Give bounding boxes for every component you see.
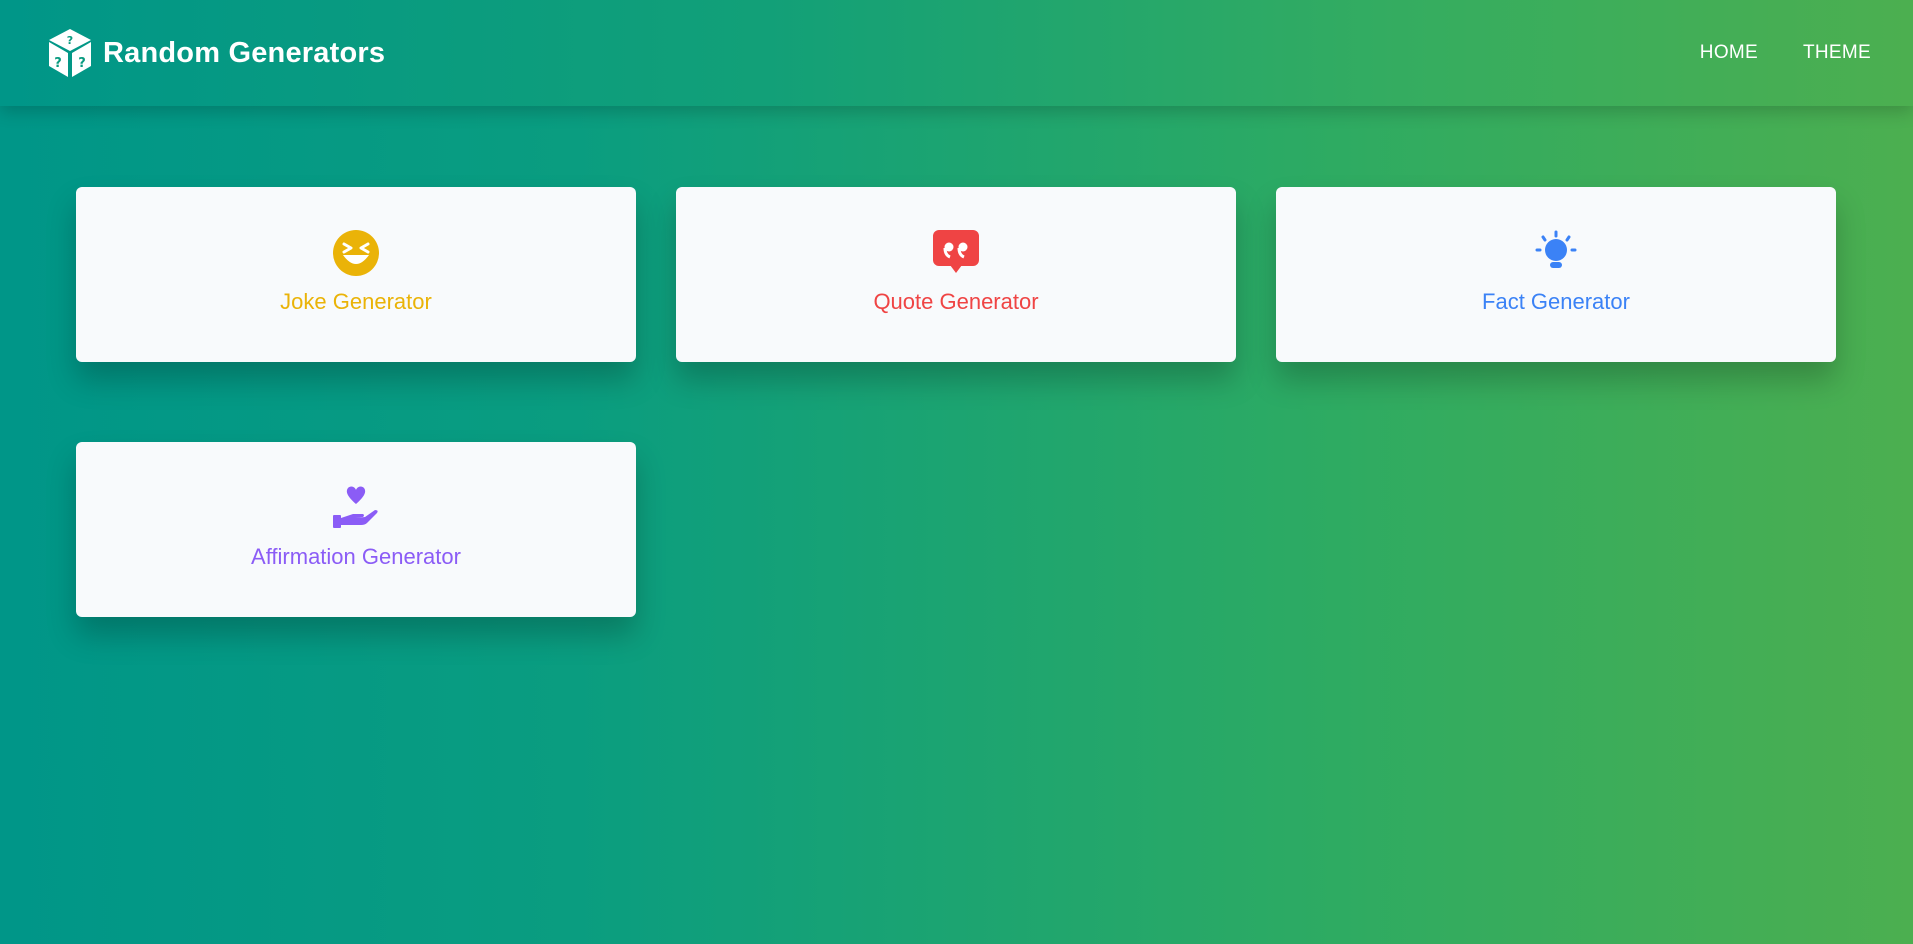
card-label: Fact Generator	[1482, 288, 1630, 314]
fact-generator-card[interactable]: Fact Generator	[1276, 187, 1836, 362]
card-label: Affirmation Generator	[251, 543, 461, 569]
nav-theme-link[interactable]: THEME	[1803, 42, 1871, 64]
top-navbar: ? ? ? Random Generators HOME THEME	[0, 0, 1913, 106]
card-label: Quote Generator	[873, 288, 1039, 314]
joke-generator-card[interactable]: Joke Generator	[76, 187, 636, 362]
card-label: Joke Generator	[280, 288, 432, 314]
laughing-face-icon	[332, 229, 380, 277]
svg-text:?: ?	[67, 34, 73, 47]
lightbulb-icon	[1532, 229, 1580, 277]
quote-bubble-icon	[932, 229, 980, 277]
brand[interactable]: ? ? ? Random Generators	[47, 27, 385, 79]
svg-text:?: ?	[54, 56, 62, 71]
affirmation-generator-card[interactable]: Affirmation Generator	[76, 442, 636, 617]
quote-generator-card[interactable]: Quote Generator	[676, 187, 1236, 362]
svg-text:?: ?	[78, 56, 86, 71]
app-title: Random Generators	[103, 36, 386, 69]
hand-heart-icon	[332, 484, 380, 532]
nav-menu: HOME THEME	[1655, 42, 1871, 64]
dice-icon: ? ? ?	[47, 27, 93, 79]
nav-home-link[interactable]: HOME	[1700, 42, 1758, 64]
